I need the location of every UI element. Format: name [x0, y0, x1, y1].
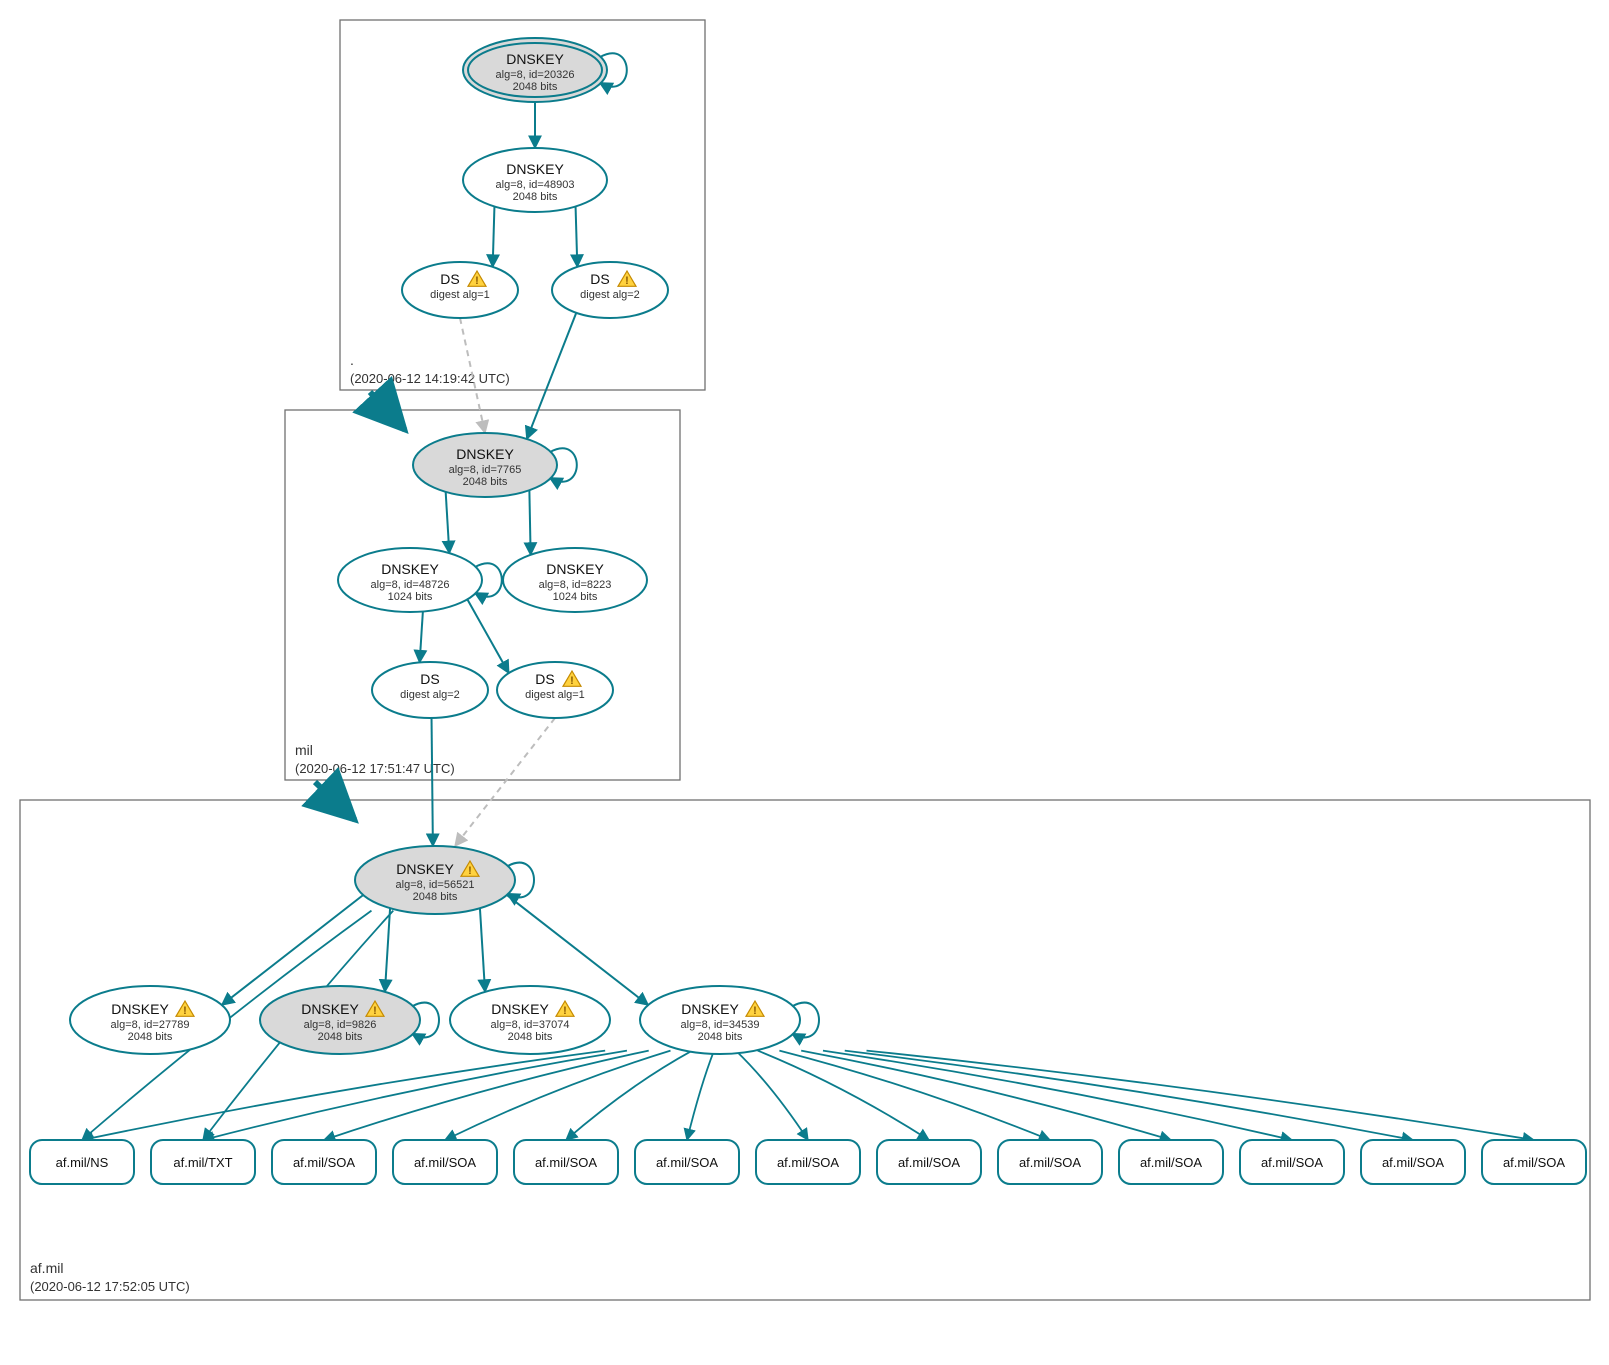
node-root_ds2-title: DS	[590, 271, 609, 287]
record-12[interactable]: af.mil/SOA	[1482, 1140, 1586, 1184]
node-af_k4-title: DNSKEY	[681, 1001, 739, 1017]
node-mil_k1[interactable]: DNSKEY alg=8, id=487261024 bits	[338, 548, 482, 612]
node-mil_k1-sub1: alg=8, id=48726	[371, 579, 450, 591]
zone-af: af.mil (2020-06-12 17:52:05 UTC)	[20, 800, 1590, 1300]
record-4-label: af.mil/SOA	[535, 1155, 597, 1170]
svg-text:!: !	[373, 1005, 377, 1017]
node-af_ksk-title: DNSKEY	[396, 861, 454, 877]
node-mil_ds1-sub1: digest alg=1	[525, 689, 585, 701]
record-1[interactable]: af.mil/TXT	[151, 1140, 255, 1184]
node-mil_k2-sub2: 1024 bits	[553, 591, 598, 603]
node-af_k1-title: DNSKEY	[111, 1001, 169, 1017]
node-mil_ds1[interactable]: DS digest alg=1!	[497, 662, 613, 718]
record-8[interactable]: af.mil/SOA	[998, 1140, 1102, 1184]
node-af_k4-sub2: 2048 bits	[698, 1031, 743, 1043]
node-af_k3-sub1: alg=8, id=37074	[491, 1019, 570, 1031]
record-11-label: af.mil/SOA	[1382, 1155, 1444, 1170]
record-10[interactable]: af.mil/SOA	[1240, 1140, 1344, 1184]
svg-text:!: !	[753, 1005, 757, 1017]
node-af_k3[interactable]: DNSKEY alg=8, id=370742048 bits!	[450, 986, 610, 1054]
node-mil_k1-sub2: 1024 bits	[388, 591, 433, 603]
record-5-label: af.mil/SOA	[656, 1155, 718, 1170]
node-root_ds2-sub1: digest alg=2	[580, 289, 640, 301]
node-mil_ds2-title: DS	[420, 671, 439, 687]
node-root_zsk[interactable]: DNSKEY alg=8, id=489032048 bits	[463, 148, 607, 212]
node-mil_ds2-sub1: digest alg=2	[400, 689, 460, 701]
node-af_k1-sub2: 2048 bits	[128, 1031, 173, 1043]
svg-text:!: !	[570, 675, 574, 687]
node-root_ksk-title: DNSKEY	[506, 51, 564, 67]
record-7-label: af.mil/SOA	[898, 1155, 960, 1170]
node-mil_k2[interactable]: DNSKEY alg=8, id=82231024 bits	[503, 548, 647, 612]
node-af_ksk-sub2: 2048 bits	[413, 891, 458, 903]
node-af_k1[interactable]: DNSKEY alg=8, id=277892048 bits!	[70, 986, 230, 1054]
node-af_k2-title: DNSKEY	[301, 1001, 359, 1017]
record-12-label: af.mil/SOA	[1503, 1155, 1565, 1170]
node-af_k2-sub2: 2048 bits	[318, 1031, 363, 1043]
zone-mil-name: mil	[295, 742, 313, 758]
node-af_ksk-sub1: alg=8, id=56521	[396, 879, 475, 891]
record-6[interactable]: af.mil/SOA	[756, 1140, 860, 1184]
svg-text:!: !	[475, 275, 479, 287]
node-root_zsk-sub1: alg=8, id=48903	[496, 179, 575, 191]
node-root_zsk-sub2: 2048 bits	[513, 191, 558, 203]
node-mil_ksk-title: DNSKEY	[456, 446, 514, 462]
record-10-label: af.mil/SOA	[1261, 1155, 1323, 1170]
svg-text:!: !	[468, 865, 472, 877]
svg-text:!: !	[563, 1005, 567, 1017]
node-root_ds1-sub1: digest alg=1	[430, 289, 490, 301]
node-af_k2-sub1: alg=8, id=9826	[304, 1019, 377, 1031]
record-7[interactable]: af.mil/SOA	[877, 1140, 981, 1184]
zone-af-ts: (2020-06-12 17:52:05 UTC)	[30, 1279, 190, 1294]
zone-root-name: .	[350, 352, 354, 368]
dnssec-graph: . (2020-06-12 14:19:42 UTC) mil (2020-06…	[10, 10, 1599, 1355]
node-root_ksk-sub1: alg=8, id=20326	[496, 69, 575, 81]
node-mil_ksk-sub2: 2048 bits	[463, 476, 508, 488]
zone-mil-ts: (2020-06-12 17:51:47 UTC)	[295, 761, 455, 776]
node-root_ds1[interactable]: DS digest alg=1!	[402, 262, 518, 318]
zone-af-name: af.mil	[30, 1260, 63, 1276]
record-2-label: af.mil/SOA	[293, 1155, 355, 1170]
node-mil_ds2[interactable]: DS digest alg=2	[372, 662, 488, 718]
record-2[interactable]: af.mil/SOA	[272, 1140, 376, 1184]
node-root_ds2[interactable]: DS digest alg=2!	[552, 262, 668, 318]
record-0-label: af.mil/NS	[56, 1155, 109, 1170]
node-mil_k2-sub1: alg=8, id=8223	[539, 579, 612, 591]
node-root_ksk[interactable]: DNSKEY alg=8, id=203262048 bits	[463, 38, 607, 102]
record-3[interactable]: af.mil/SOA	[393, 1140, 497, 1184]
record-4[interactable]: af.mil/SOA	[514, 1140, 618, 1184]
node-af_k3-title: DNSKEY	[491, 1001, 549, 1017]
node-af_k3-sub2: 2048 bits	[508, 1031, 553, 1043]
node-af_ksk[interactable]: DNSKEY alg=8, id=565212048 bits!	[355, 846, 515, 914]
record-5[interactable]: af.mil/SOA	[635, 1140, 739, 1184]
node-root_ds1-title: DS	[440, 271, 459, 287]
node-af_k4-sub1: alg=8, id=34539	[681, 1019, 760, 1031]
node-mil_k1-title: DNSKEY	[381, 561, 439, 577]
svg-text:!: !	[183, 1005, 187, 1017]
node-af_k4[interactable]: DNSKEY alg=8, id=345392048 bits!	[640, 986, 800, 1054]
record-6-label: af.mil/SOA	[777, 1155, 839, 1170]
node-mil_ksk-sub1: alg=8, id=7765	[449, 464, 522, 476]
record-1-label: af.mil/TXT	[173, 1155, 232, 1170]
node-af_k2[interactable]: DNSKEY alg=8, id=98262048 bits!	[260, 986, 420, 1054]
record-9-label: af.mil/SOA	[1140, 1155, 1202, 1170]
record-0[interactable]: af.mil/NS	[30, 1140, 134, 1184]
record-3-label: af.mil/SOA	[414, 1155, 476, 1170]
record-8-label: af.mil/SOA	[1019, 1155, 1081, 1170]
record-9[interactable]: af.mil/SOA	[1119, 1140, 1223, 1184]
node-root_zsk-title: DNSKEY	[506, 161, 564, 177]
node-mil_ds1-title: DS	[535, 671, 554, 687]
node-mil_ksk[interactable]: DNSKEY alg=8, id=77652048 bits	[413, 433, 557, 497]
node-mil_k2-title: DNSKEY	[546, 561, 604, 577]
record-11[interactable]: af.mil/SOA	[1361, 1140, 1465, 1184]
node-root_ksk-sub2: 2048 bits	[513, 81, 558, 93]
node-af_k1-sub1: alg=8, id=27789	[111, 1019, 190, 1031]
svg-text:!: !	[625, 275, 629, 287]
zone-root-ts: (2020-06-12 14:19:42 UTC)	[350, 371, 510, 386]
